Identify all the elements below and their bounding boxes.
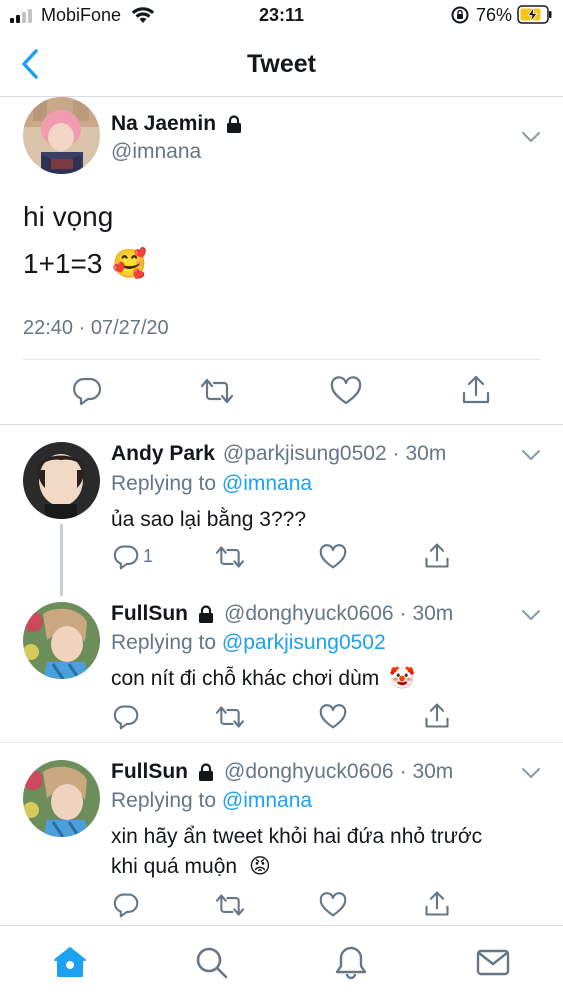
replying-to: Replying to @parkjisung0502: [111, 631, 386, 655]
search-icon[interactable]: [193, 944, 229, 980]
replying-to-label: Replying to: [111, 631, 222, 654]
status-bar: MobiFone 23:11 76%: [0, 0, 563, 30]
reply-icon[interactable]: [113, 704, 139, 730]
reply-text: ủa sao lại bằng 3???: [111, 508, 306, 531]
share-icon[interactable]: [423, 890, 451, 918]
tab-bar: [0, 925, 563, 1001]
lock-icon: [227, 115, 242, 133]
retweet-icon[interactable]: [200, 376, 234, 406]
reply-tweet[interactable]: FullSun @donghyuck0606 · 30m Replying to…: [0, 744, 563, 925]
author-handle[interactable]: @parkjisung0502: [223, 442, 387, 466]
tweet-actions: [0, 372, 563, 412]
emoji-angry: 😡: [248, 855, 271, 878]
reply-text-content: khi quá muộn: [111, 855, 238, 878]
tweet-age: · 30m: [392, 442, 447, 465]
battery-percent: 76%: [476, 5, 513, 25]
reply-text: xin hãy ẩn tweet khỏi hai đứa nhỏ trước …: [111, 822, 482, 882]
divider: [23, 359, 540, 360]
reply-tweet[interactable]: Andy Park @parkjisung0502 · 30m Replying…: [0, 426, 563, 596]
tweet-actions: [111, 890, 551, 922]
replying-to-link[interactable]: @imnana: [222, 472, 312, 495]
chevron-down-icon[interactable]: [521, 130, 541, 144]
author-handle[interactable]: @donghyuck0606: [224, 760, 394, 784]
author-name[interactable]: FullSun: [111, 602, 188, 626]
page-title: Tweet: [247, 50, 316, 78]
retweet-icon[interactable]: [215, 704, 245, 730]
replying-to-link[interactable]: @imnana: [222, 789, 312, 812]
like-icon[interactable]: [330, 376, 362, 406]
reply-text-content: con nít đi chỗ khác chơi dùm: [111, 667, 380, 690]
tweet-age: · 30m: [399, 760, 454, 783]
reply-icon[interactable]: [113, 544, 139, 570]
author-name[interactable]: Andy Park: [111, 442, 215, 466]
avatar[interactable]: [23, 442, 100, 519]
reply-icon[interactable]: [72, 376, 102, 406]
reply-count: 1: [143, 546, 154, 566]
reply-text-line-2: khi quá muộn 😡: [111, 852, 482, 882]
reply-header: Andy Park @parkjisung0502 · 30m: [111, 442, 446, 466]
lock-icon: [199, 605, 213, 623]
divider: [0, 742, 563, 743]
tweet-text: 1+1=3: [23, 247, 103, 279]
tweet-text-line-2: 1+1=3 🥰: [23, 247, 147, 280]
tweet-actions: [111, 702, 551, 734]
chevron-down-icon[interactable]: [521, 448, 541, 462]
avatar[interactable]: [23, 760, 100, 837]
reply-text: con nít đi chỗ khác chơi dùm 🤡: [111, 664, 415, 694]
like-icon[interactable]: [319, 704, 347, 730]
mail-icon[interactable]: [475, 944, 511, 980]
lock-icon: [199, 763, 213, 781]
replying-to: Replying to @imnana: [111, 472, 312, 496]
retweet-icon[interactable]: [215, 892, 245, 918]
author-name-text[interactable]: Na Jaemin: [111, 112, 216, 136]
replying-to: Replying to @imnana: [111, 789, 312, 813]
share-icon[interactable]: [460, 374, 492, 406]
like-icon[interactable]: [319, 892, 347, 918]
avatar[interactable]: [23, 602, 100, 679]
share-icon[interactable]: [423, 702, 451, 730]
chevron-down-icon[interactable]: [521, 766, 541, 780]
tweet-actions: 1: [111, 542, 551, 574]
tweet-text-line-1: hi vọng: [23, 201, 114, 232]
share-icon[interactable]: [423, 542, 451, 570]
emoji-clown: 🤡: [389, 667, 416, 690]
home-icon[interactable]: [52, 944, 88, 980]
emoji-smiling-hearts: 🥰: [112, 248, 148, 279]
like-icon[interactable]: [319, 544, 347, 570]
reply-header: FullSun @donghyuck0606 · 30m: [111, 602, 453, 626]
avatar[interactable]: [23, 97, 100, 174]
reply-text-line-1: xin hãy ẩn tweet khỏi hai đứa nhỏ trước: [111, 825, 483, 848]
rotation-lock-icon: [451, 6, 469, 24]
author-handle[interactable]: @imnana: [111, 140, 201, 164]
reply-header: FullSun @donghyuck0606 · 30m: [111, 760, 453, 784]
author-handle[interactable]: @donghyuck0606: [224, 602, 394, 626]
nav-header: Tweet: [0, 30, 563, 97]
battery-charging-icon: [517, 5, 552, 24]
replying-to-link[interactable]: @parkjisung0502: [222, 631, 386, 654]
reply-icon[interactable]: [113, 892, 139, 918]
chevron-down-icon[interactable]: [521, 608, 541, 622]
replying-to-label: Replying to: [111, 789, 222, 812]
main-tweet: Na Jaemin @imnana hi vọng 1+1=3 🥰 22:40 …: [0, 97, 563, 425]
replying-to-label: Replying to: [111, 472, 222, 495]
reply-tweet[interactable]: FullSun @donghyuck0606 · 30m Replying to…: [0, 586, 563, 743]
author-name[interactable]: Na Jaemin: [111, 112, 244, 136]
tweet-timestamp[interactable]: 22:40 · 07/27/20: [23, 317, 169, 340]
author-name[interactable]: FullSun: [111, 760, 188, 784]
retweet-icon[interactable]: [215, 544, 245, 570]
tweet-age: · 30m: [399, 602, 454, 625]
bell-icon[interactable]: [333, 944, 369, 980]
